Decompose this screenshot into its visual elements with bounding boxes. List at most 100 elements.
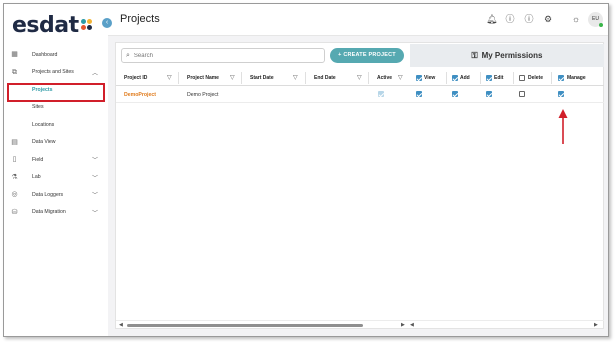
chevron-up-icon: ︿ <box>92 70 99 77</box>
scroll-left-icon[interactable]: ◀ <box>410 322 414 328</box>
bell-icon[interactable]: 🔔︎ <box>486 14 497 24</box>
sidebar-item-locations[interactable]: Locations <box>4 116 108 134</box>
collapse-sidebar-button[interactable]: ‹ <box>102 18 112 28</box>
theme-icon[interactable]: ☼ <box>571 14 581 24</box>
scroll-right-icon[interactable]: ▶ <box>594 322 598 328</box>
sidebar-item-data-migration[interactable]: ⛁ Data Migration ﹀ <box>4 204 108 222</box>
sidebar-item-field[interactable]: ▯ Field ﹀ <box>4 151 108 169</box>
filter-icon[interactable]: ▽ <box>357 74 362 81</box>
table-row[interactable]: DemoProject Demo Project <box>116 86 604 103</box>
arrow-annotation <box>558 109 568 144</box>
sidebar-item-label: Data View <box>32 139 56 146</box>
sidebar-item-label: Data Migration <box>32 209 66 216</box>
delete-checkbox[interactable] <box>519 91 525 97</box>
flask-icon: ⚗ <box>11 173 18 181</box>
sidebar-item-label: Lab <box>32 174 41 181</box>
online-status-dot <box>599 23 603 27</box>
column-divider <box>480 72 481 84</box>
sidebar-item-projects-and-sites[interactable]: ⧉ Projects and Sites ︿ <box>4 64 108 82</box>
logo[interactable]: esdat <box>12 13 95 38</box>
column-header-start-date[interactable]: Start Date <box>250 75 274 81</box>
create-project-label: CREATE PROJECT <box>343 52 396 58</box>
logo-mark <box>80 18 95 33</box>
column-divider <box>305 72 306 84</box>
create-project-button[interactable]: + CREATE PROJECT <box>330 48 404 63</box>
column-divider <box>178 72 179 84</box>
sidebar-nav: ▦ Dashboard ⧉ Projects and Sites ︿ Proje… <box>4 46 108 221</box>
permissions-title: My Permissions <box>481 51 543 60</box>
header: Projects 🔔︎ ⓘ ⓘ ⚙ ☼ EU <box>108 4 608 36</box>
filter-icon[interactable]: ▽ <box>398 74 403 81</box>
permissions-header: ⚿ My Permissions <box>410 44 604 67</box>
project-name-cell: Demo Project <box>187 92 219 98</box>
chevron-down-icon: ﹀ <box>92 175 99 182</box>
column-header-project-name[interactable]: Project Name <box>187 75 219 81</box>
add-all-checkbox[interactable] <box>452 75 458 81</box>
manage-all-checkbox[interactable] <box>558 75 564 81</box>
permission-header-manage: Manage <box>567 75 586 81</box>
sidebar-item-data-loggers[interactable]: ◎ Data Loggers ﹀ <box>4 186 108 204</box>
table-header: Project ID ▽ Project Name ▽ Start Date ▽… <box>116 70 604 86</box>
logo-text: esdat <box>12 13 79 38</box>
add-checkbox[interactable] <box>452 91 458 97</box>
horizontal-scrollbar[interactable]: ◀ ▶ ◀ ▶ <box>116 320 604 328</box>
sidebar-item-label: Field <box>32 156 44 163</box>
map-icon: ⧉ <box>12 68 17 76</box>
logger-icon: ◎ <box>11 191 18 199</box>
column-header-active[interactable]: Active <box>377 75 392 81</box>
sidebar-item-lab[interactable]: ⚗ Lab ﹀ <box>4 169 108 187</box>
permission-header-view: View <box>424 75 436 81</box>
column-divider <box>513 72 514 84</box>
sidebar: esdat ▦ Dashboard ⧉ Projects and Sites ︿… <box>4 4 108 336</box>
projects-panel: ⌕ + CREATE PROJECT ⚿ My Permissions Proj… <box>115 42 604 329</box>
page-title: Projects <box>120 13 160 25</box>
chevron-down-icon: ﹀ <box>92 193 99 200</box>
scroll-right-icon[interactable]: ▶ <box>401 322 405 328</box>
scroll-left-icon[interactable]: ◀ <box>119 322 123 328</box>
active-checkbox <box>378 91 384 97</box>
scrollbar-thumb[interactable] <box>127 324 363 327</box>
sidebar-item-dashboard[interactable]: ▦ Dashboard <box>4 46 108 64</box>
column-header-end-date[interactable]: End Date <box>314 75 336 81</box>
permission-header-add: Add <box>460 75 470 81</box>
column-divider <box>368 72 369 84</box>
plus-icon: + <box>338 52 342 58</box>
app-window: esdat ▦ Dashboard ⧉ Projects and Sites ︿… <box>3 3 609 337</box>
table-icon: ▤ <box>11 138 18 146</box>
column-divider <box>241 72 242 84</box>
search-input[interactable] <box>133 52 314 59</box>
filter-icon[interactable]: ▽ <box>230 74 235 81</box>
column-divider <box>551 72 552 84</box>
view-all-checkbox[interactable] <box>416 75 422 81</box>
dashboard-icon: ▦ <box>11 51 18 59</box>
permission-header-delete: Delete <box>528 75 544 81</box>
manage-checkbox[interactable] <box>558 91 564 97</box>
column-divider <box>446 72 447 84</box>
key-icon: ⚿ <box>471 50 478 60</box>
view-checkbox[interactable] <box>416 91 422 97</box>
permission-header-edit: Edit <box>494 75 504 81</box>
phone-icon: ▯ <box>12 156 17 164</box>
project-id-link[interactable]: DemoProject <box>124 92 156 98</box>
edit-checkbox[interactable] <box>486 91 492 97</box>
filter-icon[interactable]: ▽ <box>167 74 172 81</box>
sidebar-item-label: Locations <box>32 121 55 128</box>
column-header-project-id[interactable]: Project ID <box>124 75 147 81</box>
chevron-down-icon: ﹀ <box>92 158 99 165</box>
edit-all-checkbox[interactable] <box>486 75 492 81</box>
sidebar-item-label: Dashboard <box>32 51 58 58</box>
highlight-annotation <box>7 83 105 102</box>
sidebar-item-label: Sites <box>32 104 44 111</box>
filter-icon[interactable]: ▽ <box>293 74 298 81</box>
sidebar-item-data-view[interactable]: ▤ Data View <box>4 134 108 152</box>
sidebar-item-label: Data Loggers <box>32 191 64 198</box>
search-box[interactable]: ⌕ <box>121 48 325 63</box>
settings-icon[interactable]: ⚙ <box>543 14 553 24</box>
sidebar-item-label: Projects and Sites <box>32 69 74 76</box>
search-icon: ⌕ <box>126 51 130 59</box>
delete-all-checkbox[interactable] <box>519 75 525 81</box>
help-icon[interactable]: ⓘ <box>505 14 515 24</box>
migration-icon: ⛁ <box>11 208 18 216</box>
chevron-down-icon: ﹀ <box>92 210 99 217</box>
info-icon[interactable]: ⓘ <box>524 14 534 24</box>
